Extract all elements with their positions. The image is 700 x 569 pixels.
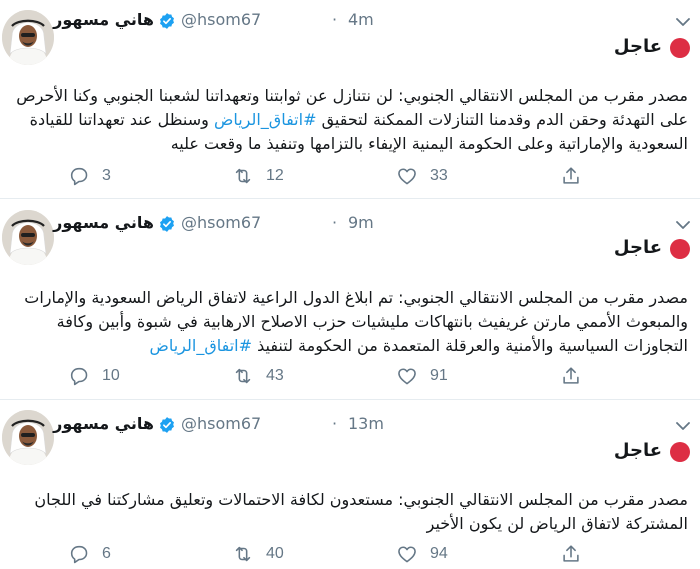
divider (0, 399, 700, 400)
retweet-icon (235, 546, 251, 562)
retweet-icon (235, 168, 251, 184)
tweet-actions: 3 12 33 (0, 164, 700, 188)
tweet-text-line: السعودية والإماراتية وعلى الحكومة اليمني… (170, 134, 688, 153)
reply-count: 10 (102, 367, 120, 384)
avatar-image (2, 410, 54, 465)
tweet-timestamp[interactable]: 9m (348, 213, 374, 232)
share-icon (563, 545, 579, 562)
tweet-text-line: المشتركة لاتفاق الرياض لن يكون الأخير (426, 514, 688, 533)
tweet-actions: 6 40 94 (0, 542, 700, 566)
tweet-timestamp[interactable]: 4m (348, 10, 374, 29)
retweet-count: 43 (266, 367, 284, 384)
divider (0, 198, 700, 199)
retweet-icon (235, 368, 251, 384)
like-button[interactable]: 94 (396, 542, 448, 566)
like-count: 94 (430, 545, 448, 562)
urgent-label: عاجل (613, 237, 662, 258)
avatar[interactable] (2, 210, 54, 265)
tweet-text-line: التجاوزات السياسية والأمنية والعرقلة الم… (76, 334, 689, 358)
like-count: 91 (430, 367, 448, 384)
avatar[interactable] (2, 10, 54, 65)
separator-dot: · (332, 414, 338, 433)
reply-button[interactable]: 6 (68, 542, 111, 566)
tweet-text-line: مصدر مقرب من المجلس الانتقالي الجنوبي: ل… (16, 86, 688, 105)
share-button[interactable] (560, 542, 582, 566)
author-handle[interactable]: @hsom67 (181, 213, 261, 232)
hashtag-link[interactable]: #اتفاق_الرياض (150, 336, 253, 355)
share-icon (563, 167, 579, 184)
heart-icon (398, 546, 416, 563)
urgent-label: عاجل (613, 440, 662, 461)
verified-badge-icon (160, 13, 174, 29)
avatar-image (2, 210, 54, 265)
urgent-tag: عاجل (610, 237, 690, 263)
tweet-actions: 10 43 91 (0, 364, 700, 388)
reply-count: 3 (102, 167, 111, 184)
red-circle-icon (670, 239, 690, 259)
retweet-count: 40 (266, 545, 284, 562)
avatar[interactable] (2, 410, 54, 465)
share-button[interactable] (560, 364, 582, 388)
author-handle[interactable]: @hsom67 (181, 10, 261, 29)
reply-icon (70, 545, 88, 564)
text-segment: وسنظل عند تعهداتنا للقيادة (29, 110, 214, 129)
reply-button[interactable]: 3 (68, 164, 111, 188)
chevron-down-icon[interactable] (676, 220, 690, 230)
reply-icon (70, 167, 88, 186)
hashtag-link[interactable]: #اتفاق_الرياض (214, 110, 317, 129)
like-count: 33 (430, 167, 448, 184)
tweet-text-line: والمبعوث الأممي مارتن غريفيث بانتهاكات م… (56, 312, 688, 331)
red-circle-icon (670, 38, 690, 58)
tweet-text-line: مصدر مقرب من المجلس الانتقالي الجنوبي: ت… (24, 288, 688, 307)
text-segment: على التهدئة وحقن الدم وقدمنا التنازلات ا… (316, 110, 688, 129)
chevron-down-icon[interactable] (676, 17, 690, 27)
urgent-label: عاجل (613, 36, 662, 57)
like-button[interactable]: 91 (396, 364, 448, 388)
reply-icon (70, 367, 88, 386)
tweet-text: مصدر مقرب من المجلس الانتقالي الجنوبي: ل… (16, 84, 688, 156)
tweet-text: مصدر مقرب من المجلس الانتقالي الجنوبي: م… (34, 488, 688, 536)
author-name[interactable]: هاني مسهور (53, 414, 154, 433)
text-segment: التجاوزات السياسية والأمنية والعرقلة الم… (252, 336, 688, 355)
share-icon (563, 367, 579, 384)
heart-icon (398, 168, 416, 185)
tweet-text-line: مصدر مقرب من المجلس الانتقالي الجنوبي: م… (34, 490, 688, 509)
chevron-down-icon[interactable] (676, 421, 690, 431)
author-name[interactable]: هاني مسهور (53, 10, 154, 29)
red-circle-icon (670, 442, 690, 462)
reply-button[interactable]: 10 (68, 364, 120, 388)
urgent-tag: عاجل (610, 440, 690, 466)
reply-count: 6 (102, 545, 111, 562)
share-button[interactable] (560, 164, 582, 188)
separator-dot: · (332, 10, 338, 29)
retweet-count: 12 (266, 167, 284, 184)
urgent-tag: عاجل (610, 36, 690, 62)
retweet-button[interactable]: 43 (232, 364, 284, 388)
separator-dot: · (332, 213, 338, 232)
retweet-button[interactable]: 40 (232, 542, 284, 566)
like-button[interactable]: 33 (396, 164, 448, 188)
author-handle[interactable]: @hsom67 (181, 414, 261, 433)
avatar-image (2, 10, 54, 65)
tweet-timestamp[interactable]: 13m (348, 414, 384, 433)
tweet-text: مصدر مقرب من المجلس الانتقالي الجنوبي: ت… (24, 286, 689, 358)
tweet-text-line: على التهدئة وحقن الدم وقدمنا التنازلات ا… (30, 108, 688, 132)
retweet-button[interactable]: 12 (232, 164, 284, 188)
verified-badge-icon (160, 417, 174, 433)
heart-icon (398, 368, 416, 385)
verified-badge-icon (160, 216, 174, 232)
author-name[interactable]: هاني مسهور (53, 213, 154, 232)
